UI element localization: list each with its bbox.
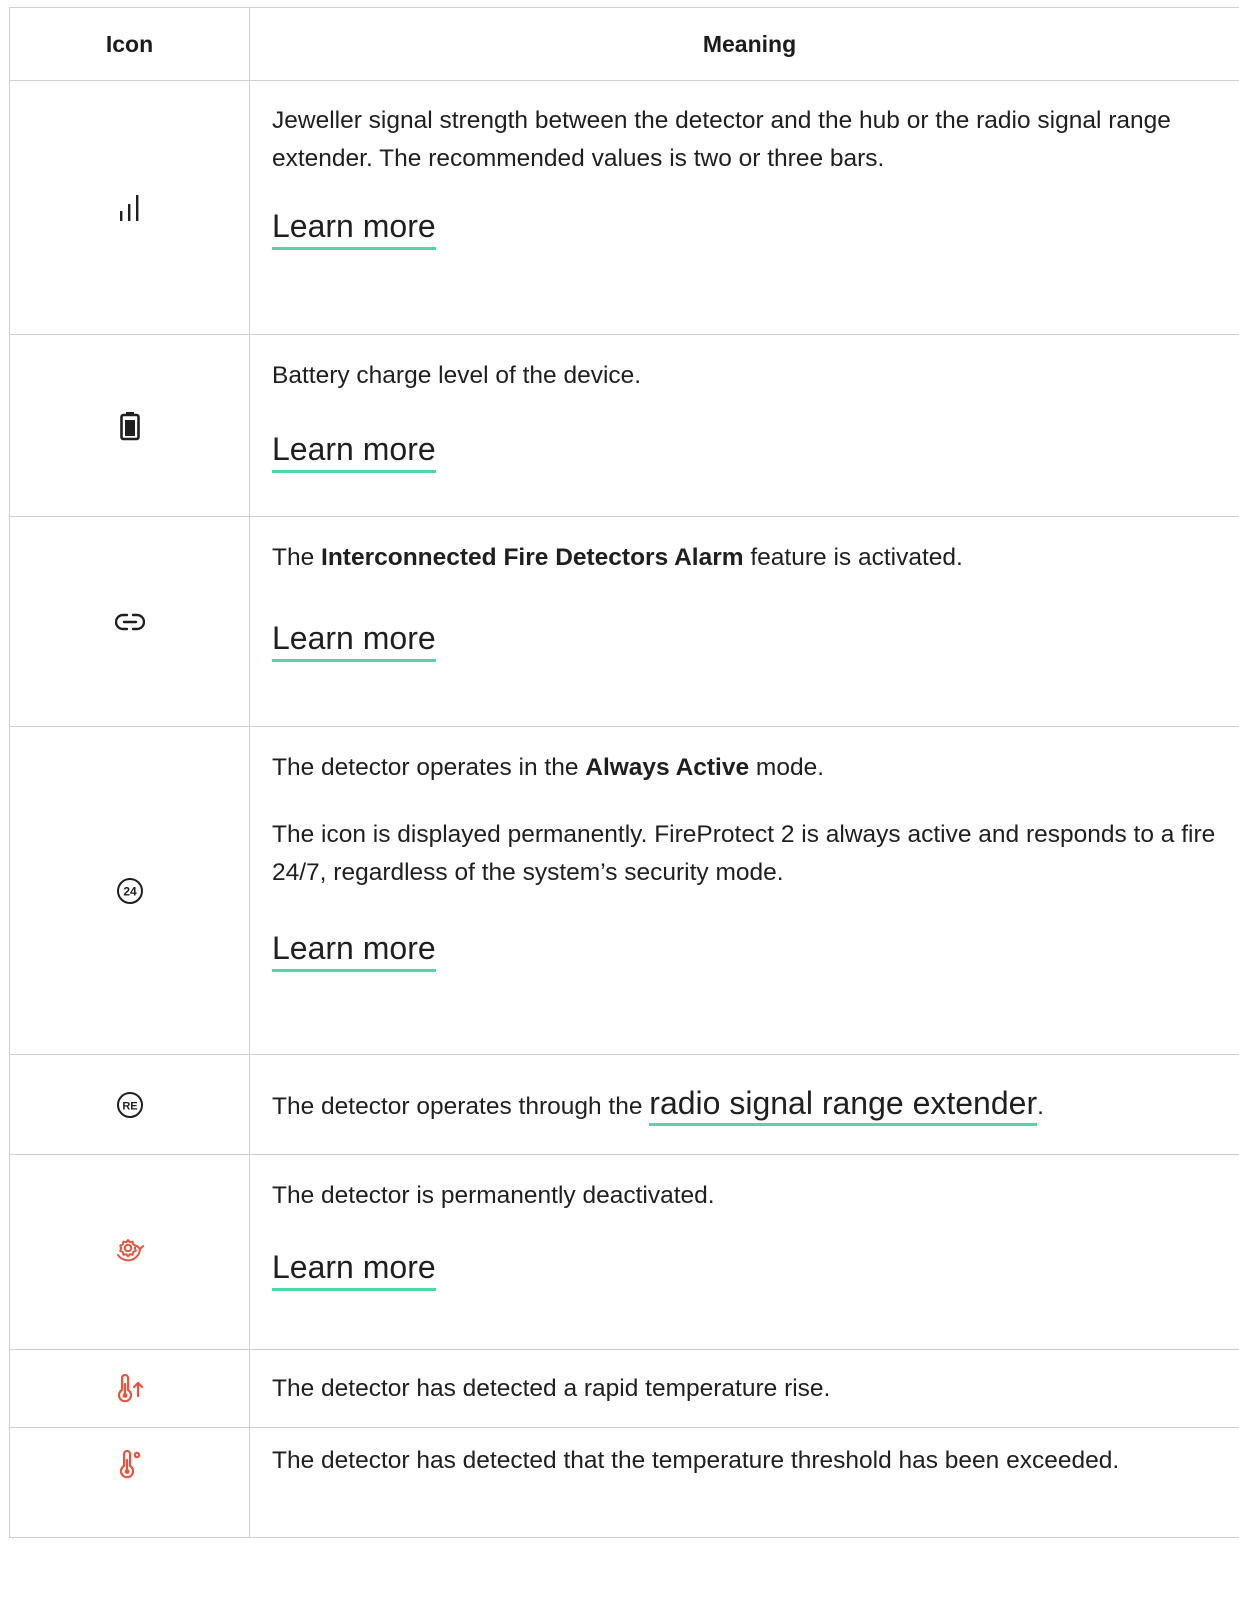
header-icon: Icon <box>9 7 250 81</box>
icons-table: Icon Meaning Jeweller signal strength be… <box>9 7 1239 1538</box>
link-icon <box>114 613 145 630</box>
temperature-rise-icon <box>117 1373 143 1402</box>
deactivated-gear-icon <box>116 1239 144 1262</box>
table-header-row: Icon Meaning <box>9 7 1239 81</box>
always-active-description: The detector operates in the Always Acti… <box>272 754 825 781</box>
svg-text:RE: RE <box>122 1100 137 1112</box>
table-row: Battery charge level of the device. Lear… <box>9 334 1239 517</box>
range-extender-description: The detector operates through the radio … <box>272 1084 1229 1126</box>
temperature-threshold-description: The detector has detected that the tempe… <box>272 1447 1120 1474</box>
table-row: The detector is permanently deactivated.… <box>9 1154 1239 1350</box>
temperature-rise-description: The detector has detected a rapid temper… <box>272 1374 831 1402</box>
table-row: The detector has detected that the tempe… <box>9 1427 1239 1538</box>
page: Icon Meaning Jeweller signal strength be… <box>0 0 1239 1613</box>
header-meaning: Meaning <box>249 7 1239 81</box>
interconnected-description: The Interconnected Fire Detectors Alarm … <box>272 544 963 571</box>
radio-signal-range-extender-link[interactable]: radio signal range extender <box>649 1084 1038 1126</box>
always-active-details: The icon is displayed permanently. FireP… <box>272 821 1216 886</box>
learn-more-link[interactable]: Learn more <box>272 207 436 250</box>
deactivated-description: The detector is permanently deactivated. <box>272 1182 715 1209</box>
learn-more-link[interactable]: Learn more <box>272 1248 436 1291</box>
interconnected-feature-name: Interconnected Fire Detectors Alarm <box>321 544 744 571</box>
svg-text:24: 24 <box>123 884 137 898</box>
range-extender-re-icon: RE <box>116 1091 143 1118</box>
always-active-24-icon: 24 <box>116 877 143 904</box>
table-row: Jeweller signal strength between the det… <box>9 80 1239 335</box>
signal-strength-icon <box>119 194 138 221</box>
signal-description: Jeweller signal strength between the det… <box>272 107 1171 172</box>
always-active-mode-name: Always Active <box>585 754 750 781</box>
learn-more-link[interactable]: Learn more <box>272 619 436 662</box>
table-row: The Interconnected Fire Detectors Alarm … <box>9 516 1239 727</box>
learn-more-link[interactable]: Learn more <box>272 929 436 972</box>
table-row: RE The detector operates through the rad… <box>9 1054 1239 1155</box>
table-row: 24 The detector operates in the Always A… <box>9 726 1239 1055</box>
table-row: The detector has detected a rapid temper… <box>9 1349 1239 1428</box>
learn-more-link[interactable]: Learn more <box>272 430 436 473</box>
battery-description: Battery charge level of the device. <box>272 362 642 389</box>
temperature-threshold-icon <box>119 1450 140 1479</box>
battery-icon <box>119 411 140 440</box>
